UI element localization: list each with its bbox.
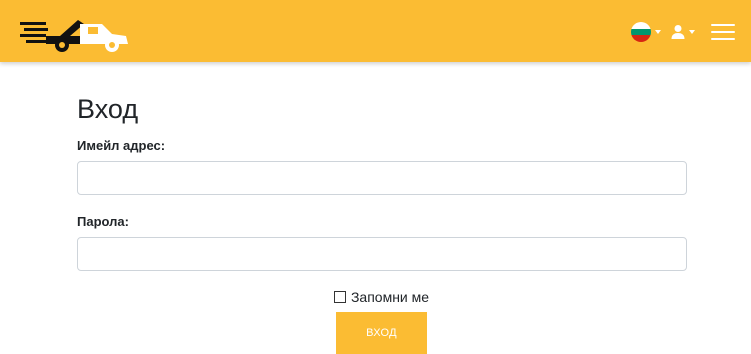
page-title: Вход	[77, 94, 139, 124]
top-navbar	[0, 0, 751, 62]
user-icon	[671, 25, 685, 39]
login-button[interactable]: вход	[336, 312, 427, 354]
hamburger-menu-icon[interactable]	[711, 22, 735, 42]
email-field[interactable]	[77, 161, 687, 195]
user-dropdown-toggle[interactable]	[671, 24, 695, 40]
bulgaria-flag-icon	[631, 22, 651, 42]
email-label: Имейл адрес:	[77, 138, 166, 153]
navbar-actions	[631, 18, 735, 46]
remember-me-checkbox[interactable]	[333, 291, 346, 303]
password-field[interactable]	[77, 237, 687, 271]
chevron-down-icon	[689, 30, 695, 34]
password-label: Парола:	[77, 214, 129, 229]
remember-me-row: Запомни ме	[0, 289, 751, 305]
remember-me-label[interactable]: Запомни ме	[351, 289, 429, 305]
remember-me-group: Запомни ме	[333, 289, 429, 305]
chevron-down-icon	[655, 30, 661, 34]
tow-truck-logo-icon[interactable]	[20, 14, 132, 54]
language-dropdown-toggle[interactable]	[631, 22, 661, 42]
